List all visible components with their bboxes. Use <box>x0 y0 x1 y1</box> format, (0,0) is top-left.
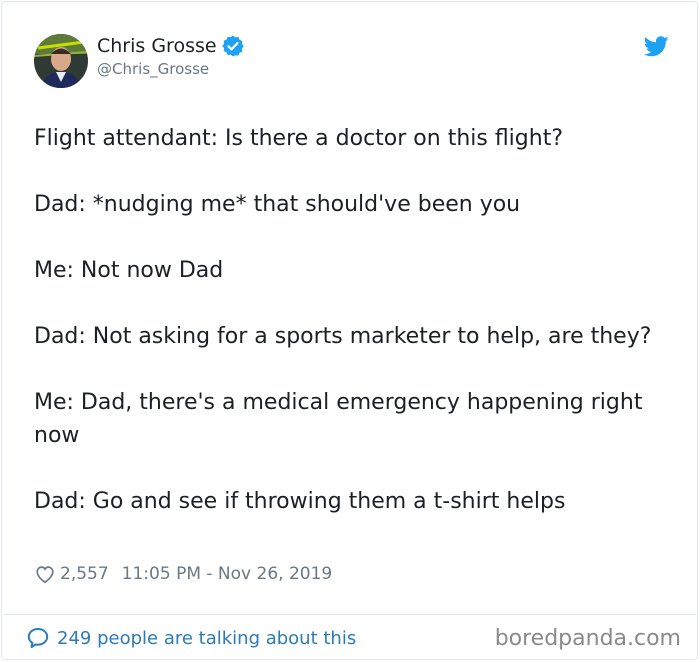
verified-badge-icon <box>221 35 244 57</box>
tweet-line-4: Dad: Not asking for a sports marketer to… <box>34 324 652 349</box>
speech-bubble-icon <box>27 628 49 648</box>
like-count[interactable]: 2,557 <box>60 564 109 584</box>
heart-icon[interactable] <box>34 563 56 585</box>
conversation-text: 249 people are talking about this <box>57 627 357 649</box>
tweet-line-5: Me: Dad, there's a medical emergency hap… <box>34 390 643 448</box>
tweet-line-2: Dad: *nudging me* that should've been yo… <box>34 192 521 217</box>
tweet-timestamp[interactable]: 11:05 PM - Nov 26, 2019 <box>122 564 333 584</box>
tweet-line-3: Me: Not now Dad <box>34 258 224 283</box>
tweet-line-1: Flight attendant: Is there a doctor on t… <box>34 126 564 151</box>
twitter-bird-icon[interactable] <box>644 36 669 57</box>
author-name[interactable]: Chris Grosse <box>97 34 245 58</box>
conversation-link[interactable]: 249 people are talking about this <box>26 626 356 650</box>
tweet-text: Flight attendant: Is there a doctor on t… <box>34 122 654 518</box>
avatar-photo <box>34 34 88 88</box>
tweet-line-6: Dad: Go and see if throwing them a t-shi… <box>34 489 566 514</box>
author-name-text: Chris Grosse <box>97 35 217 57</box>
author-handle[interactable]: @Chris_Grosse <box>97 60 209 78</box>
tweet-card: Chris Grosse @Chris_Grosse Flight attend… <box>1 1 698 660</box>
avatar[interactable] <box>34 34 88 88</box>
boredpanda-watermark: boredpanda.com <box>494 626 681 651</box>
tweet-meta: 2,557 11:05 PM - Nov 26, 2019 <box>34 563 332 585</box>
footer-divider <box>3 614 696 615</box>
